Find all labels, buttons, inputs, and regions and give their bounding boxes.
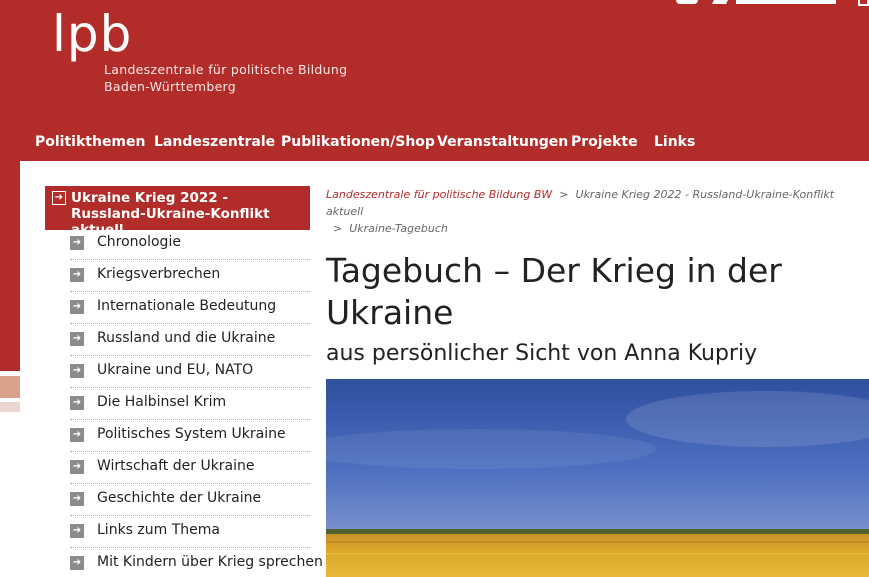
org-name-line1: Landeszentrale für politische Bildung [104, 62, 348, 77]
arrow-right-icon: ➔ [70, 300, 84, 314]
sidebar-item-chronologie[interactable]: ➔ Chronologie [70, 228, 310, 260]
arrow-right-icon: ➔ [70, 396, 84, 410]
sidebar-item-ukraine-eu-nato[interactable]: ➔ Ukraine und EU, NATO [70, 356, 310, 388]
arrow-right-icon: ➔ [70, 428, 84, 442]
breadcrumb: Landeszentrale für politische Bildung BW… [326, 186, 846, 237]
breadcrumb-current: Ukraine-Tagebuch [349, 222, 448, 235]
arrow-right-icon: ➔ [52, 191, 66, 205]
arrow-right-icon: ➔ [70, 460, 84, 474]
sidebar-item-label: Geschichte der Ukraine [97, 490, 262, 506]
sidebar-item-label: Die Halbinsel Krim [97, 394, 227, 410]
arrow-right-icon: ➔ [70, 524, 84, 538]
twitter-icon[interactable] [712, 0, 728, 4]
language-icon[interactable] [858, 0, 869, 6]
arrow-right-icon: ➔ [70, 332, 84, 346]
facebook-icon[interactable] [676, 0, 698, 4]
arrow-right-icon: ➔ [70, 268, 84, 282]
sidebar-item-kriegsverbrechen[interactable]: ➔ Kriegsverbrechen [70, 260, 310, 292]
left-decor-band [0, 161, 20, 371]
sidebar-item-politisches-system[interactable]: ➔ Politisches System Ukraine [70, 420, 310, 452]
sidebar-item-label: Mit Kindern über Krieg sprechen [97, 554, 323, 570]
sidebar-item-label: Ukraine und EU, NATO [97, 362, 254, 378]
sidebar-item-label: Politisches System Ukraine [97, 426, 286, 442]
nav-politikthemen[interactable]: Politikthemen [35, 134, 145, 150]
sidebar-item-label: Kriegsverbrechen [97, 266, 221, 282]
org-name-line2: Baden-Württemberg [104, 79, 237, 94]
sidebar-item-internationale-bedeutung[interactable]: ➔ Internationale Bedeutung [70, 292, 310, 324]
arrow-right-icon: ➔ [70, 556, 84, 570]
sidebar-item-ukraine-krieg-active[interactable]: ➔ Ukraine Krieg 2022 - Russland-Ukraine-… [45, 186, 310, 238]
nav-landeszentrale[interactable]: Landeszentrale [154, 134, 275, 150]
nav-projekte[interactable]: Projekte [571, 134, 638, 150]
sidebar-item-label: Links zum Thema [97, 522, 220, 538]
sidebar-item-russland-ukraine[interactable]: ➔ Russland und die Ukraine [70, 324, 310, 356]
nav-links[interactable]: Links [654, 134, 695, 150]
breadcrumb-separator: > [333, 222, 343, 235]
nav-veranstaltungen[interactable]: Veranstaltungen [437, 134, 568, 150]
page-subtitle: aus persönlicher Sicht von Anna Kupriy [326, 341, 758, 366]
sidebar-item-label: Wirtschaft der Ukraine [97, 458, 255, 474]
sidebar-item-halbinsel-krim[interactable]: ➔ Die Halbinsel Krim [70, 388, 310, 420]
arrow-right-icon: ➔ [70, 492, 84, 506]
breadcrumb-separator: > [559, 188, 569, 201]
left-decor-stripe [0, 402, 20, 412]
sidebar-item-mit-kindern[interactable]: ➔ Mit Kindern über Krieg sprechen [70, 548, 323, 577]
sidebar-item-label: Chronologie [97, 234, 181, 250]
arrow-right-icon: ➔ [70, 364, 84, 378]
lpb-logo[interactable]: lpb [52, 2, 132, 66]
sidebar-item-label: Russland und die Ukraine [97, 330, 276, 346]
page-title: Tagebuch – Der Krieg in der Ukraine [326, 251, 782, 332]
arrow-right-icon: ➔ [70, 236, 84, 250]
sidebar-item-wirtschaft[interactable]: ➔ Wirtschaft der Ukraine [70, 452, 310, 484]
search-field[interactable] [736, 0, 836, 4]
hero-image-ukraine-landscape [326, 379, 869, 577]
left-decor-stripe [0, 376, 20, 398]
sidebar-item-label: Internationale Bedeutung [97, 298, 277, 314]
sidebar-item-links-zum-thema[interactable]: ➔ Links zum Thema [70, 516, 310, 548]
sidebar-item-geschichte[interactable]: ➔ Geschichte der Ukraine [70, 484, 310, 516]
nav-publikationen-shop[interactable]: Publikationen/Shop [281, 134, 435, 150]
breadcrumb-home[interactable]: Landeszentrale für politische Bildung BW [326, 188, 552, 201]
